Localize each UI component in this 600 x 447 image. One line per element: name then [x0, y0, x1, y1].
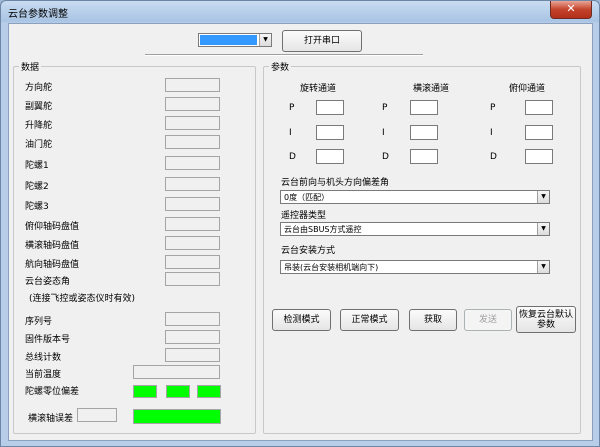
- remote-type-select[interactable]: 云台由SBUS方式遥控 ▼: [280, 222, 550, 236]
- roll-i-input[interactable]: [410, 125, 438, 140]
- i-label: I: [289, 128, 292, 138]
- bus-count-field: [165, 348, 220, 362]
- p-label: P: [289, 103, 295, 113]
- serial-number-field: [165, 312, 220, 326]
- rudder-field: [165, 78, 220, 92]
- firmware-version-field: [165, 330, 220, 344]
- row-label: 升降舵: [25, 121, 53, 131]
- data-group-title: 数据: [19, 60, 42, 73]
- chevron-down-icon[interactable]: ▼: [259, 34, 271, 46]
- current-temp-field: [133, 365, 220, 379]
- aileron-field: [165, 97, 220, 111]
- window-title: 云台参数调整: [8, 9, 68, 20]
- chevron-down-icon[interactable]: ▼: [537, 191, 549, 203]
- offset-angle-label: 云台前向与机头方向偏差角: [281, 178, 390, 188]
- roll-d-input[interactable]: [410, 149, 438, 164]
- title-bar[interactable]: 云台参数调整 ✕: [1, 1, 599, 23]
- row-label: 总线计数: [25, 353, 62, 363]
- row-label: 序列号: [25, 317, 53, 327]
- row-label: 俯仰轴码盘值: [25, 222, 80, 232]
- row-label: 云台姿态角: [25, 277, 71, 287]
- toolbar-divider: [145, 54, 423, 56]
- row-label: 副翼舵: [25, 102, 53, 112]
- send-button[interactable]: 发送: [464, 309, 512, 331]
- fetch-button[interactable]: 获取: [409, 309, 457, 331]
- gyro2-field: [165, 177, 220, 191]
- gyro-offset-indicator: [133, 385, 157, 398]
- restore-defaults-line2: 参数: [536, 319, 555, 330]
- roll-error-label: 横滚轴误差: [28, 414, 74, 424]
- gyro-offset-label: 陀螺零位偏差: [25, 387, 80, 397]
- close-icon: ✕: [566, 2, 576, 15]
- throttle-field: [165, 135, 220, 149]
- p-label: P: [490, 103, 496, 113]
- d-label: D: [289, 152, 296, 162]
- remote-type-label: 遥控器类型: [281, 211, 327, 221]
- normal-mode-button[interactable]: 正常模式: [340, 309, 399, 331]
- params-group-title: 参数: [269, 60, 292, 73]
- row-label: 航向轴码盘值: [25, 260, 80, 270]
- row-label: 陀螺2: [25, 182, 49, 192]
- d-label: D: [382, 152, 389, 162]
- attitude-field: [165, 272, 220, 286]
- roll-encoder-field: [165, 236, 220, 250]
- row-label: 陀螺3: [25, 202, 49, 212]
- pitch-encoder-field: [165, 217, 220, 231]
- roll-p-input[interactable]: [410, 100, 438, 115]
- gyro-offset-indicator: [166, 385, 190, 398]
- rotate-p-input[interactable]: [316, 100, 344, 115]
- remote-type-value: 云台由SBUS方式遥控: [284, 225, 362, 234]
- channel-title: 横滚通道: [413, 84, 450, 94]
- port-select[interactable]: ▼: [198, 33, 272, 47]
- mount-type-select[interactable]: 吊装(云台安装相机端向下) ▼: [280, 260, 550, 274]
- pitch-i-input[interactable]: [525, 125, 553, 140]
- gyro-offset-indicator: [197, 385, 221, 398]
- open-port-button[interactable]: 打开串口: [282, 30, 362, 52]
- row-label: 陀螺1: [25, 161, 49, 171]
- p-label: P: [382, 103, 388, 113]
- channel-title: 俯仰通道: [509, 84, 546, 94]
- main-window: 云台参数调整 ✕ ▼ 打开串口 数据 方向舵 副翼舵 升降舵 油门舵 陀螺1 陀…: [0, 0, 600, 447]
- restore-defaults-button[interactable]: 恢复云台默认 参数: [516, 306, 576, 333]
- mount-type-value: 吊装(云台安装相机端向下): [284, 263, 379, 272]
- i-label: I: [382, 128, 385, 138]
- elevator-field: [165, 116, 220, 130]
- attitude-note: (连接飞控或姿态仪时有效): [29, 294, 136, 304]
- channel-title: 旋转通道: [300, 84, 337, 94]
- gyro1-field: [165, 156, 220, 170]
- row-label: 横滚轴码盘值: [25, 241, 80, 251]
- close-button[interactable]: ✕: [550, 1, 592, 19]
- row-label: 油门舵: [25, 140, 53, 150]
- pitch-p-input[interactable]: [525, 100, 553, 115]
- gyro3-field: [165, 197, 220, 211]
- port-selection-highlight: [200, 35, 257, 45]
- client-area: ▼ 打开串口 数据 方向舵 副翼舵 升降舵 油门舵 陀螺1 陀螺2 陀螺3 俯仰…: [8, 23, 593, 441]
- row-label: 固件版本号: [25, 335, 71, 345]
- roll-error-field: [77, 408, 117, 422]
- rotate-d-input[interactable]: [316, 149, 344, 164]
- yaw-encoder-field: [165, 255, 220, 269]
- chevron-down-icon[interactable]: ▼: [537, 223, 549, 235]
- d-label: D: [490, 152, 497, 162]
- offset-angle-select[interactable]: 0度（匹配） ▼: [280, 190, 550, 204]
- chevron-down-icon[interactable]: ▼: [537, 261, 549, 273]
- i-label: I: [490, 128, 493, 138]
- restore-defaults-line1: 恢复云台默认: [518, 309, 573, 320]
- detect-mode-button[interactable]: 检测模式: [272, 309, 331, 331]
- rotate-i-input[interactable]: [316, 125, 344, 140]
- roll-error-indicator: [133, 409, 221, 424]
- offset-angle-value: 0度（匹配）: [284, 193, 330, 202]
- current-temp-label: 当前温度: [25, 370, 62, 380]
- pitch-d-input[interactable]: [525, 149, 553, 164]
- row-label: 方向舵: [25, 83, 53, 93]
- mount-type-label: 云台安装方式: [281, 246, 336, 256]
